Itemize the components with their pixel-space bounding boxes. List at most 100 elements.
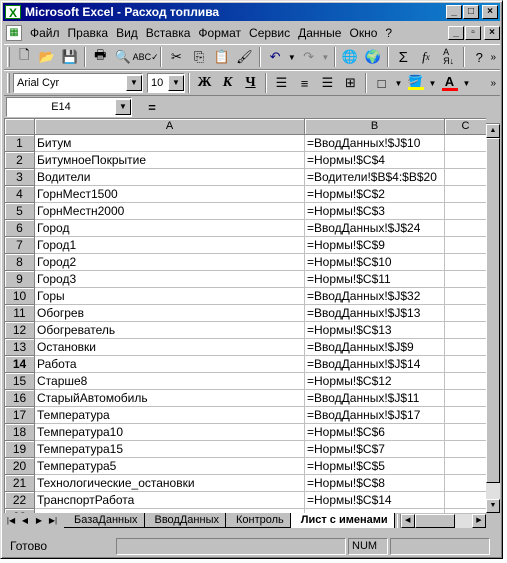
cell-name[interactable]: Город3 bbox=[35, 271, 305, 288]
scroll-left-icon[interactable]: ◀ bbox=[400, 514, 415, 528]
cell-reference[interactable]: =Нормы!$C$8 bbox=[305, 475, 445, 492]
row-header[interactable]: 2 bbox=[5, 152, 35, 169]
font-size-select[interactable]: 10 ▼ bbox=[147, 73, 185, 93]
excel-app-icon[interactable]: X bbox=[5, 5, 21, 20]
menu-edit[interactable]: Правка bbox=[64, 26, 113, 40]
toolbar-more-icon[interactable]: » bbox=[490, 78, 496, 89]
copy-icon[interactable]: ⎘ bbox=[188, 46, 211, 68]
workbook-minimize-button[interactable]: _ bbox=[448, 26, 464, 40]
fill-color-icon[interactable]: 🪣 bbox=[404, 72, 427, 94]
row-header[interactable]: 5 bbox=[5, 203, 35, 220]
row-header[interactable]: 8 bbox=[5, 254, 35, 271]
workbook-icon[interactable]: ▦ bbox=[6, 25, 22, 41]
cell-name[interactable]: ГорнМест1500 bbox=[35, 186, 305, 203]
row-header[interactable]: 9 bbox=[5, 271, 35, 288]
vertical-scroll-thumb[interactable] bbox=[486, 138, 500, 483]
spelling-icon[interactable]: ABC✓ bbox=[133, 46, 159, 68]
align-left-icon[interactable]: ☰ bbox=[270, 72, 293, 94]
name-box[interactable]: E14 ▼ bbox=[6, 97, 132, 117]
menu-insert[interactable]: Вставка bbox=[142, 26, 195, 40]
menu-data[interactable]: Данные bbox=[294, 26, 345, 40]
scroll-right-icon[interactable]: ▶ bbox=[472, 514, 486, 528]
cell-empty[interactable] bbox=[445, 390, 486, 407]
cell-name[interactable]: ГорнМестн2000 bbox=[35, 203, 305, 220]
row-header[interactable]: 14 bbox=[5, 356, 35, 373]
row-header[interactable]: 18 bbox=[5, 424, 35, 441]
worksheet-grid[interactable]: A B C 1 Битум =ВводДанных!$J$10 2 БитумноеПо… bbox=[4, 118, 486, 513]
align-center-icon[interactable]: ≡ bbox=[293, 72, 316, 94]
fill-color-dropdown-icon[interactable]: ▼ bbox=[427, 72, 438, 94]
borders-dropdown-icon[interactable]: ▼ bbox=[393, 72, 404, 94]
sheet-tab-list-s-imenami[interactable]: Лист с именами bbox=[290, 513, 395, 528]
cell-name[interactable]: Город2 bbox=[35, 254, 305, 271]
row-header[interactable]: 11 bbox=[5, 305, 35, 322]
cell-name[interactable]: Обогрев bbox=[35, 305, 305, 322]
cell-name[interactable]: Температура bbox=[35, 407, 305, 424]
maximize-button[interactable]: □ bbox=[463, 5, 479, 19]
last-sheet-icon[interactable]: ▶| bbox=[46, 514, 60, 528]
save-icon[interactable]: 💾 bbox=[58, 46, 81, 68]
help-icon[interactable]: ? bbox=[468, 46, 491, 68]
borders-icon[interactable]: □ bbox=[370, 72, 393, 94]
redo-dropdown-icon[interactable]: ▼ bbox=[320, 46, 331, 68]
cell-reference[interactable]: =ВводДанных!$J$24 bbox=[305, 220, 445, 237]
cell-empty[interactable] bbox=[445, 356, 486, 373]
cell-name[interactable]: БитумноеПокрытие bbox=[35, 152, 305, 169]
autosum-icon[interactable]: Σ bbox=[392, 46, 415, 68]
cell-reference[interactable]: =Нормы!$C$3 bbox=[305, 203, 445, 220]
cell-empty[interactable] bbox=[445, 135, 486, 152]
cell-empty[interactable] bbox=[445, 407, 486, 424]
align-right-icon[interactable]: ☰ bbox=[316, 72, 339, 94]
menu-window[interactable]: Окно bbox=[345, 26, 381, 40]
row-header[interactable]: 7 bbox=[5, 237, 35, 254]
next-sheet-icon[interactable]: ▶ bbox=[32, 514, 46, 528]
cell-reference[interactable]: =ВводДанных!$J$13 bbox=[305, 305, 445, 322]
print-preview-icon[interactable]: 🔍 bbox=[112, 46, 135, 68]
cell-name[interactable]: ТранспортРабота bbox=[35, 492, 305, 509]
prev-sheet-icon[interactable]: ◀ bbox=[18, 514, 32, 528]
menu-format[interactable]: Формат bbox=[194, 26, 245, 40]
row-header[interactable]: 12 bbox=[5, 322, 35, 339]
cell-reference[interactable]: =Нормы!$C$2 bbox=[305, 186, 445, 203]
sheet-tab-vvoddannyh[interactable]: ВводДанных bbox=[144, 513, 226, 528]
row-header[interactable]: 3 bbox=[5, 169, 35, 186]
cell-name[interactable]: Город bbox=[35, 220, 305, 237]
horizontal-scroll-track[interactable] bbox=[455, 514, 472, 528]
cell-empty[interactable] bbox=[445, 237, 486, 254]
cell-empty[interactable] bbox=[445, 220, 486, 237]
cell-reference[interactable]: =ВводДанных!$J$14 bbox=[305, 356, 445, 373]
cell-name[interactable]: Температура5 bbox=[35, 458, 305, 475]
sheet-tab-bazadannyh[interactable]: БазаДанных bbox=[64, 513, 145, 528]
horizontal-scroll-thumb[interactable] bbox=[414, 514, 455, 528]
cell-empty[interactable] bbox=[445, 373, 486, 390]
sort-ascending-icon[interactable]: А Я↓ bbox=[437, 46, 460, 68]
row-header[interactable]: 13 bbox=[5, 339, 35, 356]
cell-empty[interactable] bbox=[445, 288, 486, 305]
redo-icon[interactable]: ↷ bbox=[297, 46, 320, 68]
cell-empty[interactable] bbox=[445, 458, 486, 475]
chevron-down-icon[interactable]: ▼ bbox=[115, 99, 131, 115]
cell-name[interactable]: Работа bbox=[35, 356, 305, 373]
row-header[interactable]: 19 bbox=[5, 441, 35, 458]
menu-file[interactable]: Файл bbox=[26, 26, 64, 40]
cell-empty[interactable] bbox=[445, 254, 486, 271]
minimize-button[interactable]: _ bbox=[446, 5, 462, 19]
cell-empty[interactable] bbox=[445, 339, 486, 356]
scroll-up-icon[interactable]: ▲ bbox=[486, 124, 500, 138]
cell-name[interactable]: Горы bbox=[35, 288, 305, 305]
column-header-b[interactable]: B bbox=[305, 119, 445, 135]
cell-empty[interactable] bbox=[445, 152, 486, 169]
cell-reference[interactable]: =Нормы!$C$9 bbox=[305, 237, 445, 254]
column-header-c[interactable]: C bbox=[445, 119, 486, 135]
cell-reference[interactable]: =Нормы!$C$12 bbox=[305, 373, 445, 390]
undo-icon[interactable]: ↶ bbox=[264, 46, 287, 68]
cell-name[interactable]: Температура15 bbox=[35, 441, 305, 458]
paste-icon[interactable]: 📋 bbox=[210, 46, 233, 68]
horizontal-scrollbar[interactable]: ◀ ▶ bbox=[400, 514, 486, 528]
cell-name[interactable]: Битум bbox=[35, 135, 305, 152]
column-header-a[interactable]: A bbox=[35, 119, 305, 135]
toolbar-more-icon[interactable]: » bbox=[491, 52, 497, 63]
cell-reference[interactable]: =Нормы!$C$7 bbox=[305, 441, 445, 458]
menu-help[interactable]: ? bbox=[381, 26, 396, 40]
cell-empty[interactable] bbox=[445, 424, 486, 441]
